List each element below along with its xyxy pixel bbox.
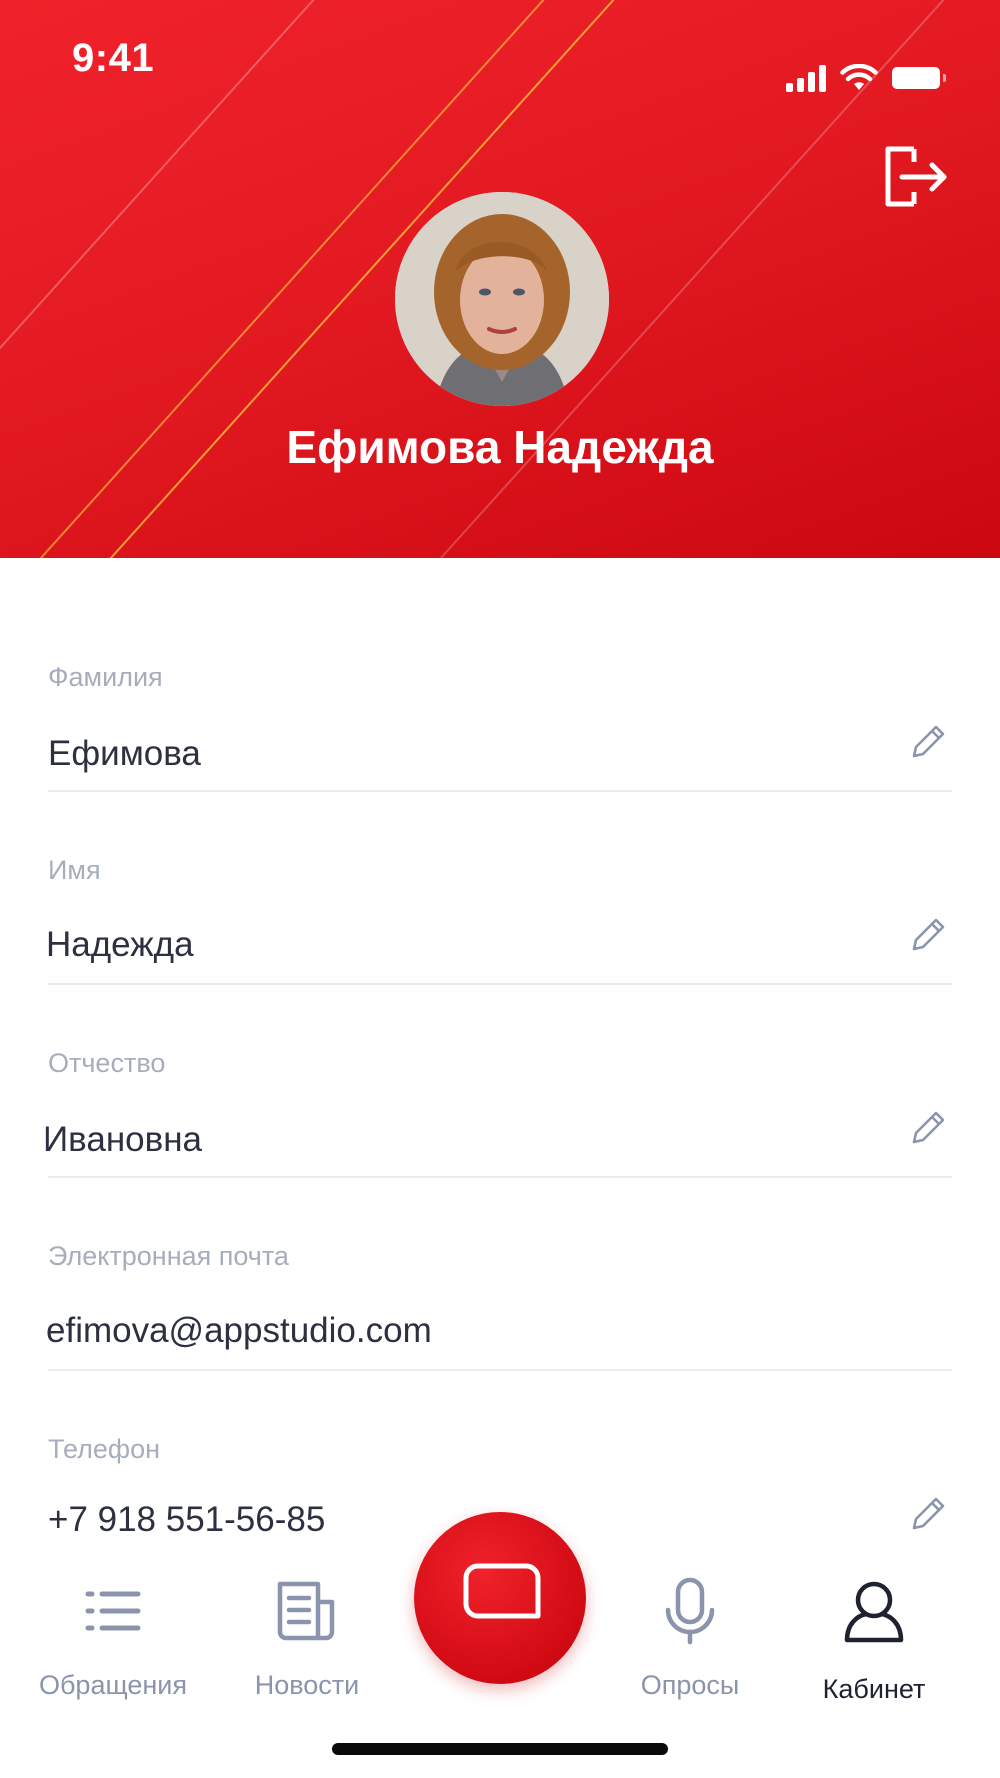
tab-polls-label: Опросы <box>640 1670 740 1700</box>
news-icon <box>277 1581 335 1641</box>
pencil-icon[interactable] <box>908 720 950 762</box>
logout-icon[interactable] <box>880 144 950 210</box>
phone-label: Телефон <box>48 1434 161 1464</box>
status-icons <box>786 64 946 92</box>
first-name-value[interactable]: Надежда <box>46 925 194 965</box>
pencil-icon[interactable] <box>908 913 950 955</box>
avatar[interactable] <box>395 192 609 406</box>
avatar-photo <box>395 192 609 406</box>
status-time: 9:41 <box>72 36 155 80</box>
tab-polls[interactable]: Опросы <box>605 1576 775 1701</box>
field-divider <box>48 983 952 985</box>
home-indicator <box>332 1743 668 1755</box>
phone-value[interactable]: +7 918 551-56-85 <box>48 1500 325 1540</box>
field-divider <box>48 790 952 792</box>
cellular-signal-icon <box>786 64 826 92</box>
profile-header: 9:41 Ефимова Надежда <box>0 0 1000 558</box>
user-icon <box>844 1581 904 1643</box>
tab-cabinet-label: Кабинет <box>822 1674 926 1704</box>
field-divider <box>48 1369 952 1371</box>
chat-bubble-icon <box>463 1563 541 1619</box>
surname-value[interactable]: Ефимова <box>48 734 201 774</box>
profile-screen: 9:41 Ефимова Надежда Фамилия Ефимова Имя… <box>0 0 1000 1778</box>
email-label: Электронная почта <box>48 1241 289 1271</box>
patronymic-value[interactable]: Ивановна <box>43 1120 202 1160</box>
tab-news-label: Новости <box>254 1670 360 1700</box>
list-icon <box>85 1591 141 1631</box>
email-value[interactable]: efimova@appstudio.com <box>46 1311 432 1351</box>
header-decor-streak <box>0 0 332 558</box>
tab-appeals-label: Обращения <box>38 1670 188 1700</box>
tab-news[interactable]: Новости <box>222 1576 392 1701</box>
pencil-icon[interactable] <box>908 1492 950 1534</box>
tab-cabinet[interactable]: Кабинет <box>789 1576 959 1705</box>
wifi-icon <box>840 64 878 90</box>
patronymic-label: Отчество <box>48 1048 166 1078</box>
pencil-icon[interactable] <box>908 1106 950 1148</box>
microphone-icon <box>665 1577 715 1645</box>
surname-label: Фамилия <box>48 662 163 692</box>
first-name-label: Имя <box>48 855 101 885</box>
battery-icon <box>892 67 946 89</box>
new-appeal-button[interactable] <box>414 1512 586 1684</box>
profile-name: Ефимова Надежда <box>286 421 714 473</box>
field-divider <box>48 1176 952 1178</box>
tab-appeals[interactable]: Обращения <box>28 1576 198 1701</box>
